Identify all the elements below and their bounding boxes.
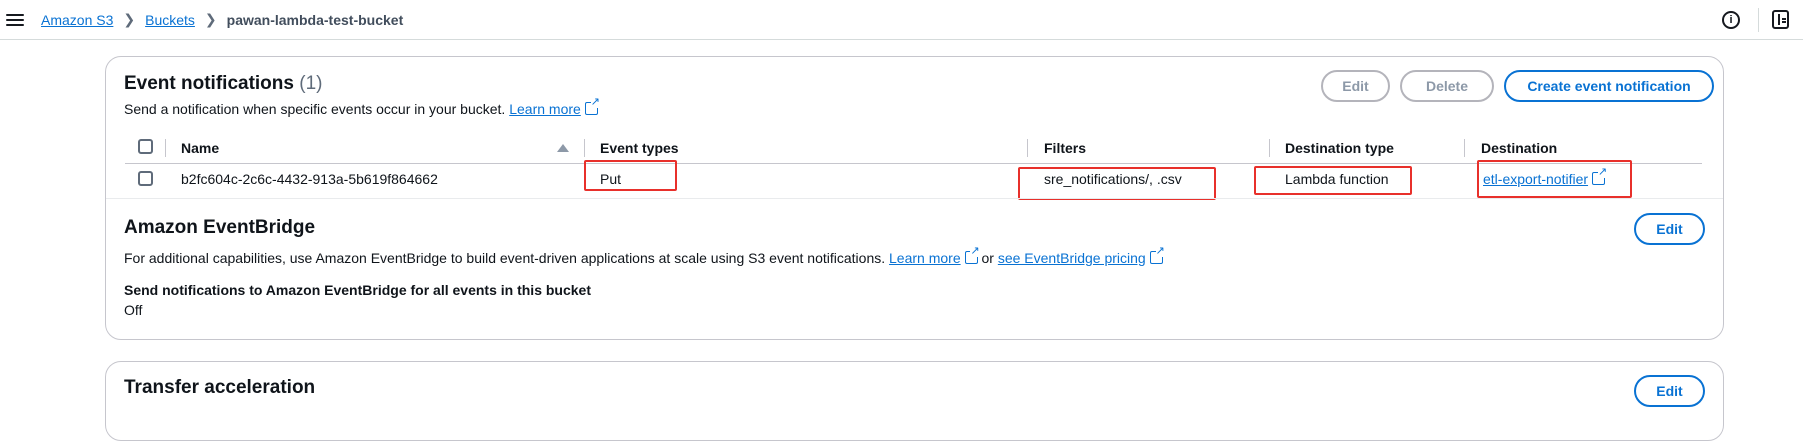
top-navigation-bar: Amazon S3 ❯ Buckets ❯ pawan-lambda-test-… xyxy=(0,0,1803,40)
transfer-acceleration-edit-button[interactable]: Edit xyxy=(1634,375,1705,407)
create-event-notification-button[interactable]: Create event notification xyxy=(1504,70,1714,102)
column-divider xyxy=(1027,139,1028,157)
notification-name: b2fc604c-2c6c-4432-913a-5b619f864662 xyxy=(181,171,438,187)
destination-highlight xyxy=(1477,160,1632,198)
delete-button[interactable]: Delete xyxy=(1400,70,1494,102)
event-notifications-description: Send a notification when specific events… xyxy=(124,97,600,117)
column-divider xyxy=(584,139,585,157)
column-divider xyxy=(165,139,166,157)
column-header-filters[interactable]: Filters xyxy=(1044,140,1086,156)
notification-count: (1) xyxy=(299,73,323,94)
event-notifications-container: Event notifications (1) Send a notificat… xyxy=(105,56,1724,340)
transfer-acceleration-heading: Transfer acceleration xyxy=(124,377,316,398)
destination-type-highlight xyxy=(1254,166,1412,195)
breadcrumb: Amazon S3 ❯ Buckets ❯ pawan-lambda-test-… xyxy=(41,11,403,28)
divider xyxy=(1758,8,1759,32)
learn-more-link[interactable]: Learn more xyxy=(509,101,581,117)
eventbridge-setting-value: Off xyxy=(124,302,143,318)
info-icon[interactable]: i xyxy=(1722,11,1740,29)
table-header-divider xyxy=(125,163,1702,164)
eventbridge-learn-more-link[interactable]: Learn more xyxy=(889,250,961,266)
breadcrumb-amazon-s3[interactable]: Amazon S3 xyxy=(41,12,113,28)
breadcrumb-current: pawan-lambda-test-bucket xyxy=(226,11,404,28)
transfer-acceleration-container: Transfer acceleration Edit xyxy=(105,361,1724,441)
hamburger-menu-icon[interactable] xyxy=(6,11,24,29)
chevron-right-icon: ❯ xyxy=(123,11,136,27)
eventbridge-edit-button[interactable]: Edit xyxy=(1634,213,1705,245)
column-header-event-types[interactable]: Event types xyxy=(600,140,679,156)
edit-button[interactable]: Edit xyxy=(1321,70,1390,102)
column-header-destination-type[interactable]: Destination type xyxy=(1285,140,1394,156)
external-link-icon xyxy=(964,246,980,264)
row-checkbox[interactable] xyxy=(138,171,153,186)
breadcrumb-buckets[interactable]: Buckets xyxy=(145,12,195,28)
column-header-destination[interactable]: Destination xyxy=(1481,140,1557,156)
column-divider xyxy=(1464,139,1465,157)
event-type-highlight xyxy=(584,160,677,191)
external-link-icon xyxy=(584,97,600,115)
eventbridge-description: For additional capabilities, use Amazon … xyxy=(124,246,1165,266)
select-all-checkbox[interactable] xyxy=(138,139,153,154)
column-divider xyxy=(1269,139,1270,157)
side-panel-icon[interactable] xyxy=(1772,10,1789,29)
event-notifications-heading: Event notifications (1) xyxy=(124,73,323,94)
sort-ascending-icon[interactable] xyxy=(557,144,569,152)
section-divider xyxy=(106,198,1723,199)
eventbridge-pricing-link[interactable]: see EventBridge pricing xyxy=(998,250,1146,266)
eventbridge-heading: Amazon EventBridge xyxy=(124,217,316,238)
column-header-name[interactable]: Name xyxy=(181,140,219,156)
external-link-icon xyxy=(1149,246,1165,264)
filters-highlight xyxy=(1018,167,1216,200)
eventbridge-setting-label: Send notifications to Amazon EventBridge… xyxy=(124,282,591,298)
chevron-right-icon: ❯ xyxy=(204,11,217,27)
